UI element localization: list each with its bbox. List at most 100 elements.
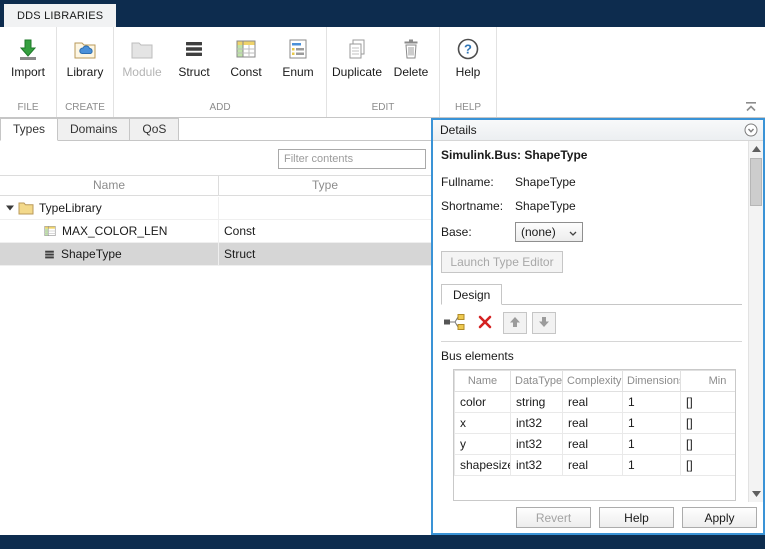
cell-min[interactable]: [] xyxy=(681,413,737,434)
column-header-name: Name xyxy=(0,176,219,195)
expander-icon[interactable] xyxy=(6,204,18,212)
details-scrollbar[interactable] xyxy=(748,141,763,502)
tree-row-typelibrary[interactable]: TypeLibrary xyxy=(0,197,431,220)
cell-name[interactable]: x xyxy=(455,413,511,434)
group-label-help: HELP xyxy=(440,100,496,117)
library-icon xyxy=(73,37,97,61)
cell-dimensions[interactable]: 1 xyxy=(623,455,681,476)
tab-design[interactable]: Design xyxy=(441,284,502,305)
cell-complexity[interactable]: real xyxy=(563,392,623,413)
shortname-label: Shortname: xyxy=(441,199,515,213)
tree-cell-name: TypeLibrary xyxy=(0,197,219,219)
library-button[interactable]: Library xyxy=(59,29,111,100)
filter-input[interactable] xyxy=(278,149,426,169)
cell-datatype[interactable]: string xyxy=(511,392,563,413)
bus-col-datatype: DataType xyxy=(511,371,563,392)
bus-col-name: Name xyxy=(455,371,511,392)
enum-button[interactable]: Enum xyxy=(272,29,324,100)
toolbar-separator xyxy=(441,341,742,342)
tab-qos[interactable]: QoS xyxy=(130,118,179,141)
folder-icon xyxy=(18,201,34,215)
details-title: Details xyxy=(440,123,477,137)
scroll-down-icon[interactable] xyxy=(749,487,763,501)
tree-cell-type xyxy=(219,197,431,219)
delete-icon xyxy=(399,37,423,61)
shortname-value: ShapeType xyxy=(515,199,576,213)
collapse-toolstrip-icon[interactable] xyxy=(744,101,758,113)
group-label-edit: EDIT xyxy=(327,100,439,117)
bus-col-complexity: Complexity xyxy=(563,371,623,392)
enum-icon xyxy=(286,37,310,61)
delete-button[interactable]: Delete xyxy=(385,29,437,100)
tree-cell-type: Const xyxy=(219,220,431,242)
tab-dds-libraries[interactable]: DDS LIBRARIES xyxy=(4,4,116,27)
tab-domains[interactable]: Domains xyxy=(58,118,130,141)
cell-min[interactable]: [] xyxy=(681,392,737,413)
details-heading: Simulink.Bus: ShapeType xyxy=(441,148,748,162)
cell-name[interactable]: y xyxy=(455,434,511,455)
help-label: Help xyxy=(456,65,481,79)
cell-name[interactable]: color xyxy=(455,392,511,413)
scroll-up-icon[interactable] xyxy=(749,142,763,156)
tree-cell-type: Struct xyxy=(219,243,431,265)
apply-button[interactable]: Apply xyxy=(682,507,757,528)
fullname-label: Fullname: xyxy=(441,175,515,189)
launch-type-editor-button[interactable]: Launch Type Editor xyxy=(441,251,563,273)
tree-row-max-color-len[interactable]: MAX_COLOR_LEN Const xyxy=(0,220,431,243)
const-button[interactable]: Const xyxy=(220,29,272,100)
toolstrip-group-help: ? Help HELP xyxy=(440,27,497,117)
cell-name[interactable]: shapesize xyxy=(455,455,511,476)
delete-element-button[interactable] xyxy=(472,312,498,334)
library-tab-bar: Types Domains QoS xyxy=(0,118,431,141)
cell-datatype[interactable]: int32 xyxy=(511,455,563,476)
tree-cell-name: MAX_COLOR_LEN xyxy=(0,220,219,242)
column-header-type: Type xyxy=(219,176,431,195)
cell-datatype[interactable]: int32 xyxy=(511,434,563,455)
cell-dimensions[interactable]: 1 xyxy=(623,434,681,455)
fullname-field: Fullname: ShapeType xyxy=(441,174,748,189)
module-button[interactable]: Module xyxy=(116,29,168,100)
revert-button[interactable]: Revert xyxy=(516,507,591,528)
import-button[interactable]: Import xyxy=(2,29,54,100)
tree-row-shapetype[interactable]: ShapeType Struct xyxy=(0,243,431,266)
delete-label: Delete xyxy=(394,65,429,79)
cell-datatype[interactable]: int32 xyxy=(511,413,563,434)
tab-types[interactable]: Types xyxy=(0,118,58,141)
scrollbar-thumb[interactable] xyxy=(750,158,762,206)
duplicate-button[interactable]: Duplicate xyxy=(329,29,385,100)
cell-complexity[interactable]: real xyxy=(563,434,623,455)
details-footer: Revert Help Apply xyxy=(433,502,763,533)
base-dropdown[interactable]: (none) xyxy=(515,222,583,242)
bus-col-dimensions: Dimensions xyxy=(623,371,681,392)
duplicate-label: Duplicate xyxy=(332,65,382,79)
move-up-button[interactable] xyxy=(503,312,527,334)
cell-complexity[interactable]: real xyxy=(563,413,623,434)
cell-complexity[interactable]: real xyxy=(563,455,623,476)
tree-label: MAX_COLOR_LEN xyxy=(62,224,167,238)
help-button[interactable]: ? Help xyxy=(442,29,494,100)
struct-icon xyxy=(43,248,56,261)
base-label: Base: xyxy=(441,225,515,239)
cell-min[interactable]: [] xyxy=(681,434,737,455)
details-tab-bar: Design xyxy=(441,284,742,305)
cell-dimensions[interactable]: 1 xyxy=(623,392,681,413)
status-bar xyxy=(0,535,765,549)
panel-menu-icon[interactable] xyxy=(744,123,758,137)
details-body: Simulink.Bus: ShapeType Fullname: ShapeT… xyxy=(433,141,748,502)
bus-elements-label: Bus elements xyxy=(441,349,748,363)
const-label: Const xyxy=(230,65,261,79)
bus-row-color: color string real 1 [] xyxy=(455,392,737,413)
move-down-button[interactable] xyxy=(532,312,556,334)
struct-button[interactable]: Struct xyxy=(168,29,220,100)
bus-col-min: Min xyxy=(681,371,737,392)
toolstrip-group-edit-buttons: Duplicate Delete xyxy=(327,27,439,100)
bus-row-x: x int32 real 1 [] xyxy=(455,413,737,434)
help-icon: ? xyxy=(456,37,480,61)
module-label: Module xyxy=(122,65,161,79)
help-footer-button[interactable]: Help xyxy=(599,507,674,528)
cell-dimensions[interactable]: 1 xyxy=(623,413,681,434)
group-label-create: CREATE xyxy=(57,100,113,117)
svg-text:?: ? xyxy=(464,42,472,57)
cell-min[interactable]: [] xyxy=(681,455,737,476)
add-element-button[interactable] xyxy=(441,312,467,334)
